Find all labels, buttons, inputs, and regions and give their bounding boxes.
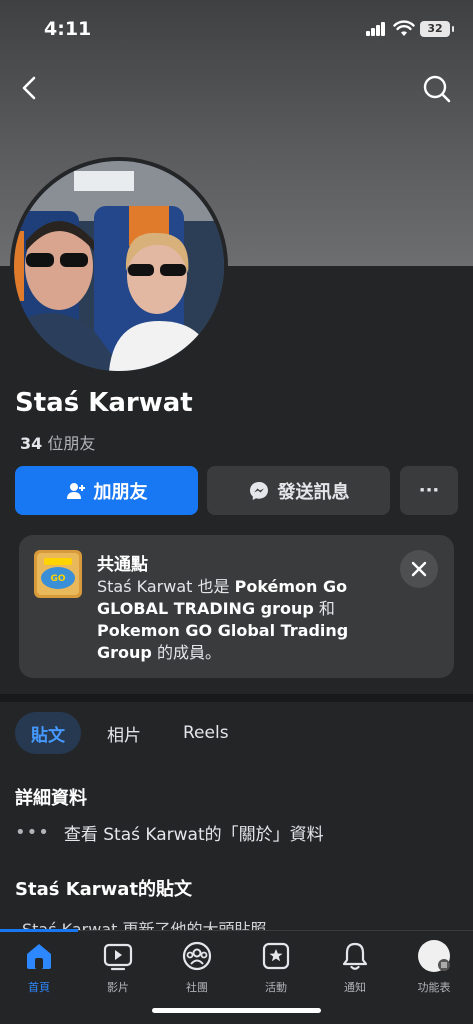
svg-text:GO: GO — [50, 574, 65, 584]
more-icon: ··· — [418, 480, 440, 501]
menu-icon — [417, 939, 451, 973]
home-indicator — [152, 1008, 321, 1013]
group-thumbnail[interactable]: GO — [34, 550, 82, 598]
common-text-1: Staś Karwat 也是 — [97, 577, 235, 596]
active-tab-indicator — [0, 929, 78, 932]
common-title: 共通點 — [97, 555, 148, 575]
events-icon — [259, 939, 293, 973]
more-dots-icon: ••• — [15, 822, 50, 843]
add-friend-icon — [66, 482, 85, 499]
tab-photos[interactable]: 相片 — [91, 712, 157, 754]
tabbar-notifications[interactable]: 通知 — [316, 939, 394, 995]
search-icon[interactable] — [422, 74, 452, 104]
battery-level: 32 — [427, 22, 443, 35]
close-icon — [411, 561, 427, 577]
battery-icon: 32 — [420, 21, 454, 37]
tabbar-notifications-label: 通知 — [344, 981, 366, 994]
friends-label: 位朋友 — [47, 434, 96, 453]
video-icon — [101, 939, 135, 973]
common-text-2: 和 — [313, 599, 335, 618]
back-arrow-icon[interactable] — [16, 74, 44, 102]
more-options-button[interactable]: ··· — [400, 466, 458, 515]
tabbar-home[interactable]: 首頁 — [0, 939, 78, 995]
tabbar-groups[interactable]: 社團 — [158, 939, 236, 995]
add-friend-label: 加朋友 — [93, 481, 148, 503]
bell-icon — [338, 939, 372, 973]
tabbar-menu-label: 功能表 — [417, 981, 451, 994]
status-time: 4:11 — [44, 18, 92, 40]
tabbar-groups-label: 社團 — [186, 981, 208, 994]
details-title: 詳細資料 — [15, 788, 87, 809]
send-message-label: 發送訊息 — [277, 481, 350, 503]
section-divider — [0, 694, 473, 702]
friends-count[interactable]: 34 位朋友 — [20, 430, 95, 454]
messenger-icon — [249, 481, 268, 500]
tabbar-video-label: 影片 — [107, 981, 129, 994]
common-description: Staś Karwat 也是 Pokémon Go GLOBAL TRADING… — [97, 576, 387, 664]
profile-tabs: 貼文 相片 Reels — [15, 712, 255, 754]
tabbar-events[interactable]: 活動 — [237, 939, 315, 995]
about-link-label: 查看 Staś Karwat的「關於」資料 — [63, 825, 324, 845]
common-text-3: 的成員。 — [151, 643, 221, 662]
tabbar-home-label: 首頁 — [28, 981, 50, 994]
about-link[interactable]: ••• 查看 Staś Karwat的「關於」資料 — [15, 820, 324, 845]
home-icon — [22, 939, 56, 973]
close-button[interactable] — [400, 550, 438, 588]
tabbar-menu[interactable]: 功能表 — [395, 939, 473, 995]
add-friend-button[interactable]: 加朋友 — [15, 466, 198, 515]
tab-posts[interactable]: 貼文 — [15, 712, 81, 754]
profile-avatar[interactable] — [10, 157, 228, 375]
avatar-photo — [14, 161, 224, 371]
send-message-button[interactable]: 發送訊息 — [207, 466, 390, 515]
tabbar-events-label: 活動 — [265, 981, 287, 994]
common-interests-card: GO 共通點 Staś Karwat 也是 Pokémon Go GLOBAL … — [19, 535, 454, 678]
group-link-2[interactable]: Pokemon GO Global Trading Group — [97, 621, 348, 662]
groups-icon — [180, 939, 214, 973]
wifi-icon — [393, 20, 415, 36]
friends-number: 34 — [20, 434, 43, 453]
status-bar: 4:11 32 — [0, 0, 473, 60]
posts-title: Staś Karwat的貼文 — [15, 879, 193, 900]
pokemon-go-logo-image: GO — [34, 550, 82, 598]
profile-name: Staś Karwat — [15, 388, 193, 418]
cellular-signal-icon — [366, 22, 386, 36]
tabbar-video[interactable]: 影片 — [79, 939, 157, 995]
tab-reels[interactable]: Reels — [167, 712, 245, 754]
